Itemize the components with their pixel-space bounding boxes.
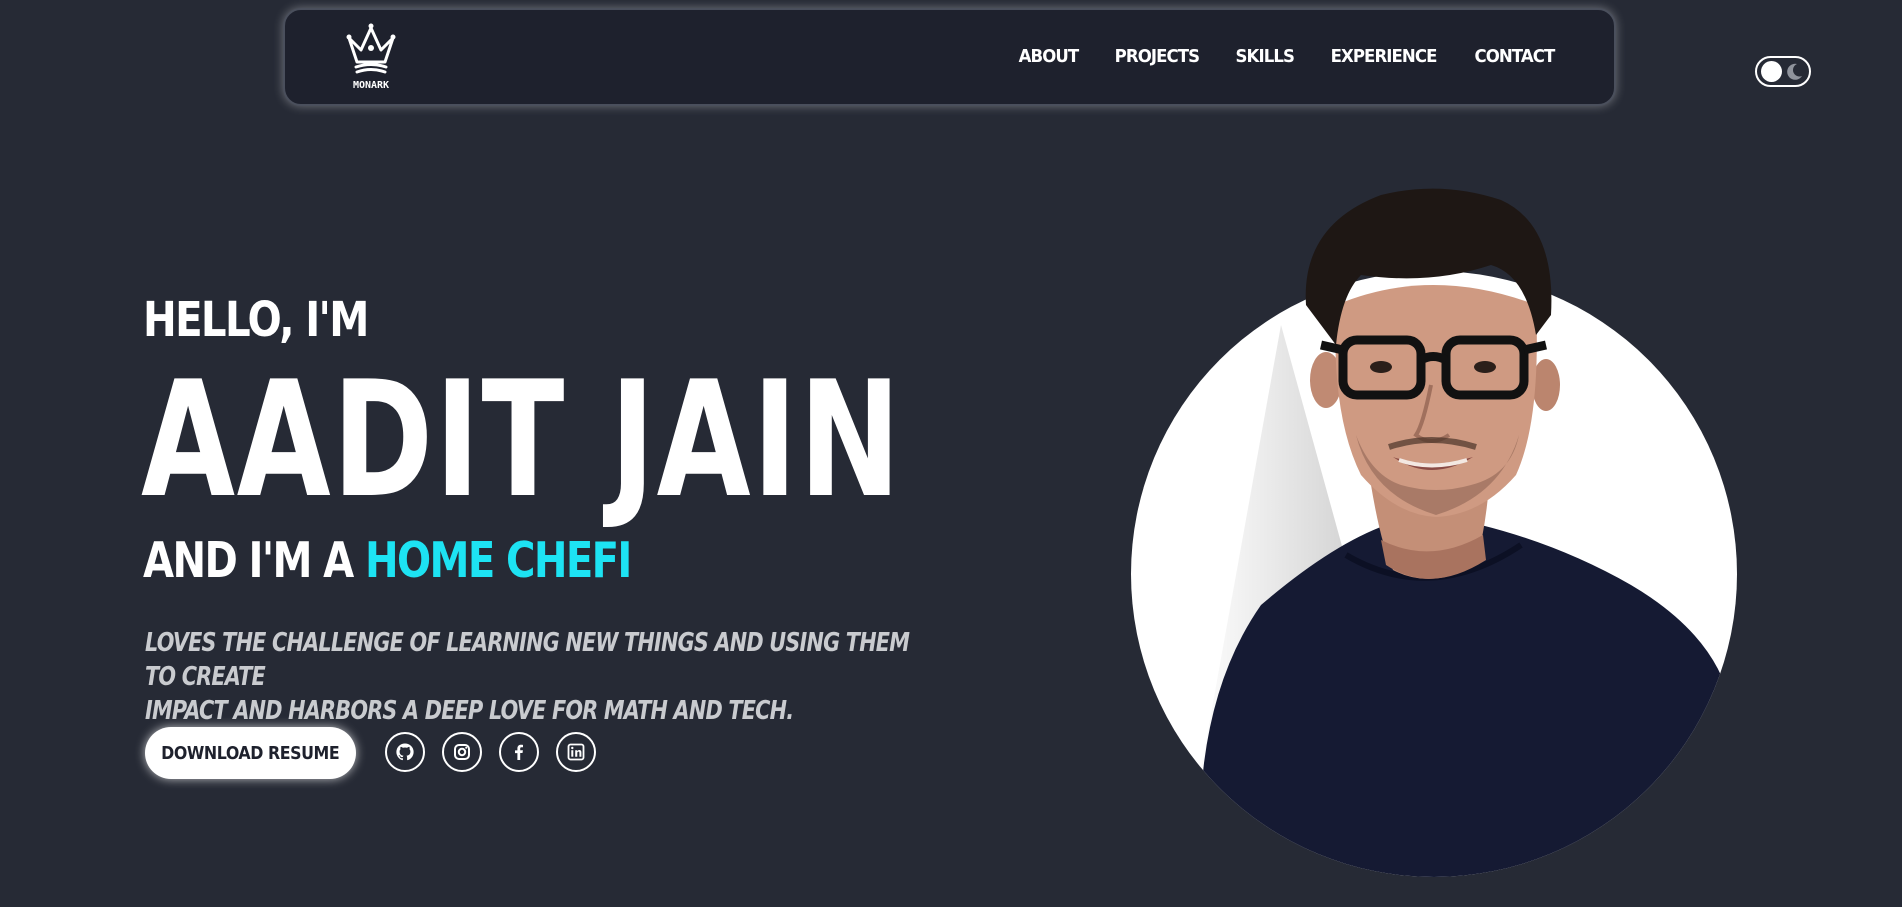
facebook-link[interactable] [499,732,539,772]
logo[interactable]: MONARK [341,20,401,94]
role-highlight: HOME CHEFI [364,532,632,589]
nav-about[interactable]: ABOUT [1018,46,1079,67]
crown-icon [346,23,396,74]
role-prefix: AND I'M A [143,532,365,589]
profile-photo [1131,188,1737,877]
hero-name: AADIT JAIN [141,346,903,533]
tagline-line-2: IMPACT AND HARBORS A DEEP LOVE FOR MATH … [145,696,794,726]
instagram-icon [454,744,470,760]
linkedin-link[interactable] [556,732,596,772]
navbar: MONARK ABOUT PROJECTS SKILLS EXPERIENCE … [283,8,1616,106]
nav-links: ABOUT PROJECTS SKILLS EXPERIENCE CONTACT [1016,46,1558,67]
linkedin-icon [567,743,585,761]
download-resume-button[interactable]: DOWNLOAD RESUME [145,727,356,779]
theme-toggle[interactable] [1755,56,1811,87]
logo-text: MONARK [352,80,390,91]
tagline-line-1: LOVES THE CHALLENGE OF LEARNING NEW THIN… [145,628,910,692]
social-links [385,732,596,772]
nav-projects[interactable]: PROJECTS [1114,46,1199,67]
tagline: LOVES THE CHALLENGE OF LEARNING NEW THIN… [145,626,945,728]
download-resume-label: DOWNLOAD RESUME [161,742,340,764]
github-link[interactable] [385,732,425,772]
moon-icon [1787,63,1802,80]
github-icon [396,743,414,761]
greeting: HELLO, I'M [143,292,369,348]
nav-experience[interactable]: EXPERIENCE [1331,46,1438,67]
facebook-icon [515,744,523,760]
toggle-knob [1761,61,1782,82]
instagram-link[interactable] [442,732,482,772]
nav-contact[interactable]: CONTACT [1475,46,1556,67]
role-line: AND I'M A HOME CHEFI [143,530,632,592]
nav-skills[interactable]: SKILLS [1235,46,1294,67]
portfolio-page: MONARK ABOUT PROJECTS SKILLS EXPERIENCE … [0,0,1902,907]
